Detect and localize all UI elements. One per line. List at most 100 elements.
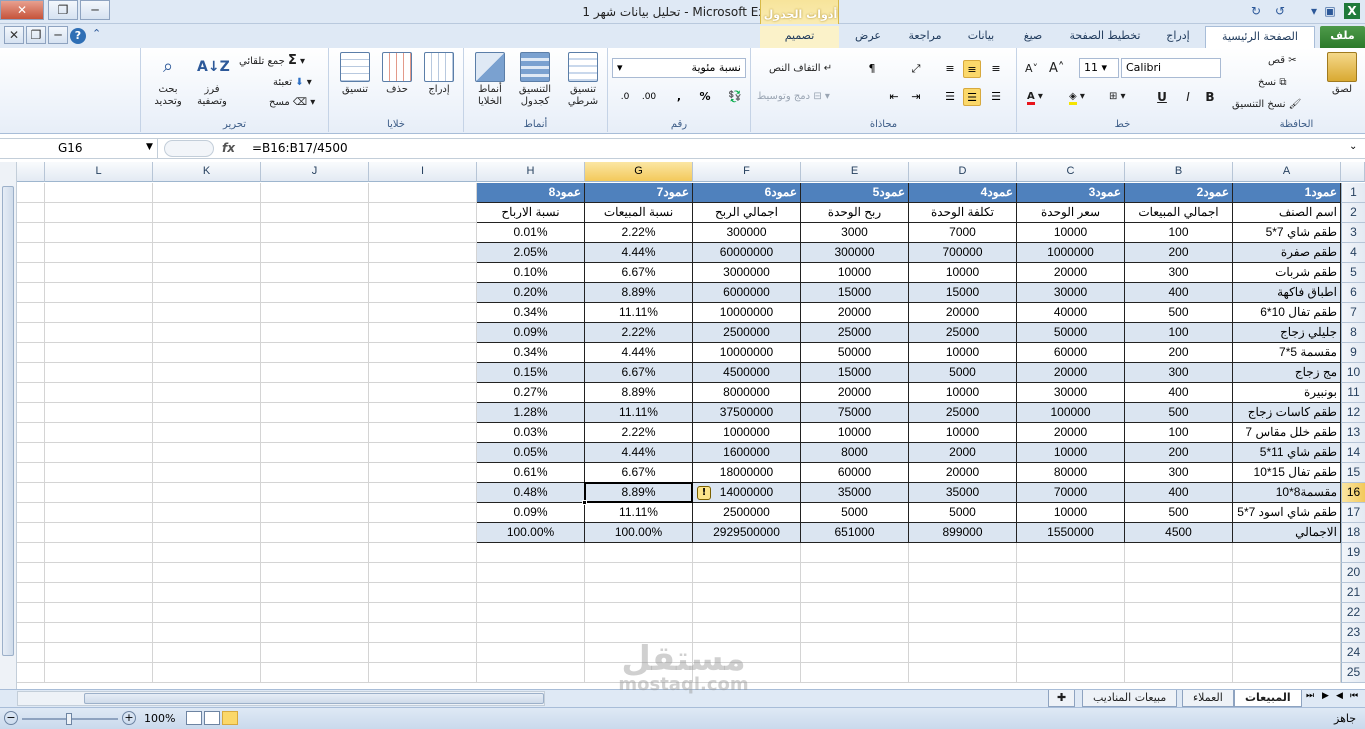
align-left-icon[interactable]: ☰	[941, 88, 959, 106]
empty-cell[interactable]	[153, 563, 261, 583]
table-cell[interactable]: جليلي زجاج	[1233, 323, 1341, 343]
empty-cell[interactable]	[45, 343, 153, 363]
empty-cell[interactable]	[585, 603, 693, 623]
empty-cell[interactable]	[1125, 663, 1233, 683]
table-cell[interactable]: طقم شاي 11*5	[1233, 443, 1341, 463]
table-cell[interactable]: 10000	[909, 343, 1017, 363]
empty-cell[interactable]	[17, 623, 45, 643]
empty-cell[interactable]	[585, 643, 693, 663]
table-cell[interactable]: 1.28%	[477, 403, 585, 423]
table-cell[interactable]: 3000000	[693, 263, 801, 283]
empty-cell[interactable]	[45, 463, 153, 483]
table-cell[interactable]: 20000	[801, 303, 909, 323]
empty-cell[interactable]	[369, 483, 477, 503]
empty-cell[interactable]	[153, 643, 261, 663]
table-cell[interactable]: 10000000	[693, 303, 801, 323]
empty-cell[interactable]	[261, 223, 369, 243]
empty-cell[interactable]	[153, 443, 261, 463]
table-cell[interactable]: 20000	[1017, 263, 1125, 283]
row-header[interactable]: 21	[1341, 583, 1365, 603]
table-cell[interactable]: 10000	[801, 423, 909, 443]
empty-cell[interactable]	[45, 203, 153, 223]
empty-cell[interactable]	[1125, 623, 1233, 643]
empty-cell[interactable]	[17, 303, 45, 323]
table-cell[interactable]: 15000	[801, 283, 909, 303]
table-cell[interactable]: 6.67%	[585, 363, 693, 383]
empty-cell[interactable]	[369, 563, 477, 583]
empty-cell[interactable]	[153, 223, 261, 243]
table-cell[interactable]: 25000	[909, 403, 1017, 423]
table-cell[interactable]: 15000	[909, 283, 1017, 303]
align-right-icon[interactable]: ☰	[987, 88, 1005, 106]
column-header[interactable]: K	[153, 162, 261, 182]
row-header[interactable]: 12	[1341, 403, 1365, 423]
table-cell[interactable]: 300	[1125, 363, 1233, 383]
table-cell[interactable]: 500	[1125, 403, 1233, 423]
table-total-cell[interactable]: 100.00%	[477, 523, 585, 543]
accounting-format-icon[interactable]: 💱	[726, 88, 744, 106]
table-cell[interactable]: 0.61%	[477, 463, 585, 483]
row-header[interactable]: 6	[1341, 283, 1365, 303]
empty-cell[interactable]	[261, 583, 369, 603]
table-subheader-cell[interactable]: سعر الوحدة	[1017, 203, 1125, 223]
row-header[interactable]: 8	[1341, 323, 1365, 343]
empty-cell[interactable]	[17, 383, 45, 403]
page-break-view-icon[interactable]	[186, 711, 202, 725]
conditional-formatting-button[interactable]: تنسيق شرطي	[560, 52, 606, 108]
zoom-in-button[interactable]: +	[122, 711, 136, 725]
column-header[interactable]: D	[909, 162, 1017, 182]
empty-cell[interactable]	[17, 423, 45, 443]
table-header-cell[interactable]: عمود5	[801, 183, 909, 203]
empty-cell[interactable]	[45, 183, 153, 203]
table-cell[interactable]: 5000	[909, 363, 1017, 383]
table-cell[interactable]: 5000	[909, 503, 1017, 523]
empty-cell[interactable]	[17, 363, 45, 383]
empty-cell[interactable]	[261, 463, 369, 483]
empty-cell[interactable]	[369, 223, 477, 243]
table-cell[interactable]: 400	[1125, 383, 1233, 403]
empty-cell[interactable]	[153, 663, 261, 683]
empty-cell[interactable]	[369, 583, 477, 603]
empty-cell[interactable]	[693, 583, 801, 603]
empty-cell[interactable]	[477, 663, 585, 683]
empty-cell[interactable]	[153, 243, 261, 263]
table-cell[interactable]: 400	[1125, 283, 1233, 303]
table-cell[interactable]: اطباق فاكهة	[1233, 283, 1341, 303]
empty-cell[interactable]	[17, 563, 45, 583]
empty-cell[interactable]	[369, 283, 477, 303]
empty-cell[interactable]	[1017, 643, 1125, 663]
empty-cell[interactable]	[693, 543, 801, 563]
empty-cell[interactable]	[693, 563, 801, 583]
empty-cell[interactable]	[261, 203, 369, 223]
align-bottom-icon[interactable]: ≡	[941, 60, 959, 78]
table-cell[interactable]: 20000	[909, 463, 1017, 483]
table-cell[interactable]: 4.44%	[585, 343, 693, 363]
row-header[interactable]: 20	[1341, 563, 1365, 583]
empty-cell[interactable]	[909, 563, 1017, 583]
ribbon-collapse-icon[interactable]: ⌃	[92, 27, 101, 40]
table-cell[interactable]: 60000	[1017, 343, 1125, 363]
table-cell[interactable]: 0.20%	[477, 283, 585, 303]
empty-cell[interactable]	[369, 183, 477, 203]
name-box[interactable]: G16	[0, 139, 158, 159]
empty-cell[interactable]	[1233, 583, 1341, 603]
table-cell[interactable]: 2.22%	[585, 323, 693, 343]
table-total-cell[interactable]: الاجمالي	[1233, 523, 1341, 543]
empty-cell[interactable]	[1125, 563, 1233, 583]
table-cell[interactable]: 1000000	[693, 423, 801, 443]
table-cell[interactable]: 60000	[801, 463, 909, 483]
empty-cell[interactable]	[1017, 623, 1125, 643]
empty-cell[interactable]	[45, 263, 153, 283]
table-total-cell[interactable]: 2929500000	[693, 523, 801, 543]
empty-cell[interactable]	[1233, 623, 1341, 643]
empty-cell[interactable]	[909, 543, 1017, 563]
table-cell[interactable]: 25000	[801, 323, 909, 343]
align-center-icon[interactable]: ☰	[963, 88, 981, 106]
row-header[interactable]: 14	[1341, 443, 1365, 463]
table-cell[interactable]: 10000	[1017, 223, 1125, 243]
table-cell[interactable]: 2.22%	[585, 223, 693, 243]
formula-bar-expand-icon[interactable]	[164, 140, 214, 157]
empty-cell[interactable]	[45, 403, 153, 423]
table-cell[interactable]: 60000000	[693, 243, 801, 263]
table-cell[interactable]: طقم شاي 7*5	[1233, 223, 1341, 243]
